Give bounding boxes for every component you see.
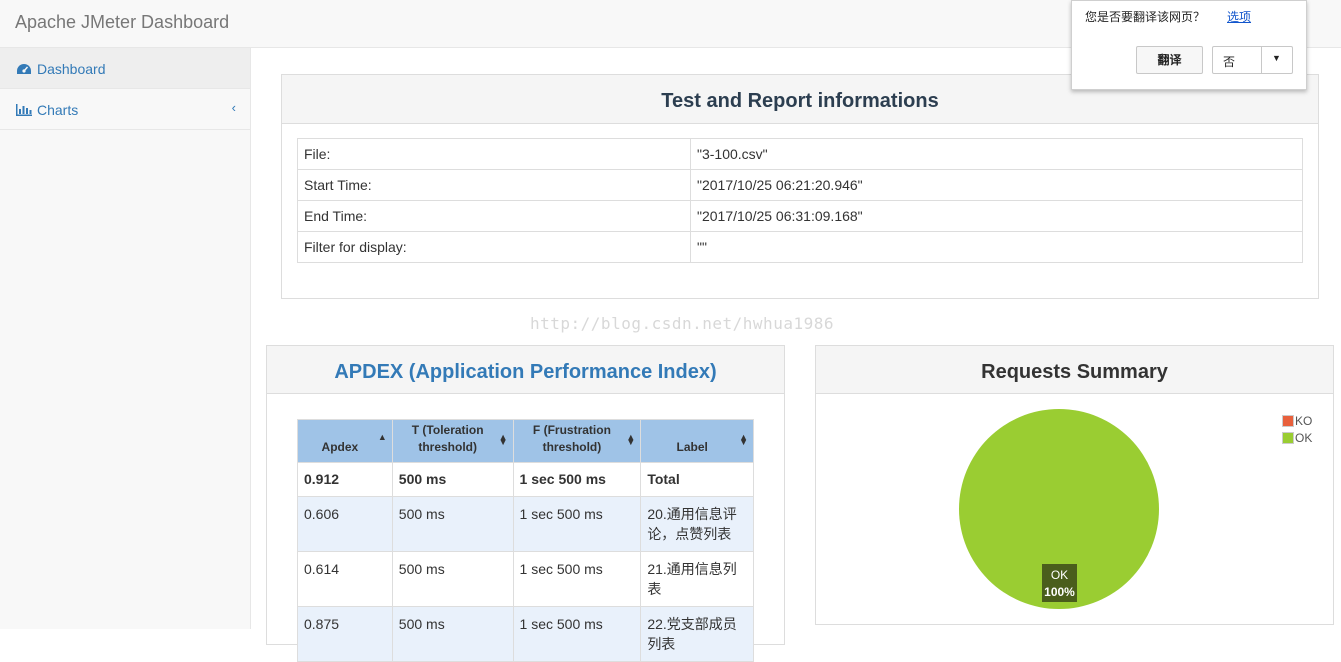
info-value: "" — [690, 231, 1303, 263]
info-key: File: — [297, 138, 691, 170]
info-value: "2017/10/25 06:31:09.168" — [690, 200, 1303, 232]
sidebar-item-dashboard[interactable]: Dashboard — [0, 48, 250, 89]
translate-options-link[interactable]: 选项 — [1227, 8, 1251, 25]
legend-item-ko[interactable]: KO — [1282, 414, 1312, 431]
button-divider — [1261, 47, 1262, 73]
table-header-row: Apdex ▲ T (Toleration threshold) ▲ ▼ F (Fru… — [297, 419, 754, 463]
bar-chart-icon — [16, 104, 32, 116]
info-table: File: "3-100.csv" Start Time: "2017/10/2… — [297, 138, 1303, 263]
app-brand[interactable]: Apache JMeter Dashboard — [15, 12, 229, 33]
panel-title: Requests Summary — [816, 346, 1333, 394]
info-value: "3-100.csv" — [690, 138, 1303, 170]
translate-button[interactable]: 翻译 — [1136, 46, 1203, 74]
info-key: Start Time: — [297, 169, 691, 201]
table-row-total: 0.912 500 ms 1 sec 500 ms Total — [297, 462, 754, 497]
table-row: 0.875 500 ms 1 sec 500 ms 22.党支部成员列表 — [297, 606, 754, 662]
watermark: http://blog.csdn.net/hwhua1986 — [530, 314, 834, 333]
info-key: End Time: — [297, 200, 691, 232]
chart-legend: KO OK — [1282, 414, 1312, 448]
legend-item-ok[interactable]: OK — [1282, 431, 1312, 448]
slice-percent: 100% — [1044, 585, 1075, 599]
no-translate-button[interactable]: 否 ▼ — [1212, 46, 1293, 74]
cell-apdex: 0.606 — [297, 496, 393, 552]
sidebar-item-charts[interactable]: Charts ‹ — [0, 89, 250, 130]
table-row: 0.606 500 ms 1 sec 500 ms 20.通用信息评论，点赞列表 — [297, 496, 754, 552]
column-header-label[interactable]: Label ▲ ▼ — [640, 419, 754, 463]
legend-swatch — [1282, 432, 1294, 444]
cell-frustration: 1 sec 500 ms — [512, 551, 642, 607]
test-report-info-panel: Test and Report informations File: "3-10… — [281, 74, 1319, 299]
cell-frustration: 1 sec 500 ms — [512, 606, 642, 662]
cell-apdex: 0.614 — [297, 551, 393, 607]
legend-label: OK — [1295, 431, 1313, 445]
panel-title: APDEX (Application Performance Index) — [267, 346, 784, 394]
table-row: 0.614 500 ms 1 sec 500 ms 21.通用信息列表 — [297, 551, 754, 607]
sidebar-item-label: Dashboard — [37, 61, 106, 77]
slice-label: OK — [1051, 568, 1068, 582]
cell-toleration: 500 ms — [391, 496, 514, 552]
cell-frustration: 1 sec 500 ms — [512, 496, 642, 552]
no-button-label: 否 — [1223, 55, 1236, 69]
cell-apdex: 0.875 — [297, 606, 393, 662]
sort-icon: ▲ ▼ — [498, 432, 508, 447]
cell-apdex: 0.912 — [297, 462, 393, 497]
apdex-table: Apdex ▲ T (Toleration threshold) ▲ ▼ F (Fru… — [297, 419, 754, 662]
info-key: Filter for display: — [297, 231, 691, 263]
cell-label: 21.通用信息列表 — [640, 551, 754, 607]
table-row: File: "3-100.csv" — [297, 138, 1303, 170]
sidebar: Dashboard Charts ‹ — [0, 48, 251, 629]
table-row: End Time: "2017/10/25 06:31:09.168" — [297, 200, 1303, 232]
table-row: Filter for display: "" — [297, 231, 1303, 263]
header-label: Apdex — [321, 440, 359, 454]
legend-label: KO — [1295, 414, 1313, 428]
dashboard-icon — [17, 64, 31, 74]
info-value: "2017/10/25 06:21:20.946" — [690, 169, 1303, 201]
apdex-panel: APDEX (Application Performance Index) Ap… — [266, 345, 785, 662]
cell-toleration: 500 ms — [391, 551, 514, 607]
cell-toleration: 500 ms — [391, 606, 514, 662]
header-label: Label — [676, 440, 708, 454]
caret-down-icon[interactable]: ▼ — [1272, 53, 1281, 63]
cell-toleration: 500 ms — [391, 462, 514, 497]
cell-label: 20.通用信息评论，点赞列表 — [640, 496, 754, 552]
cell-label: Total — [640, 462, 754, 497]
header-label: F (Frustration threshold) — [532, 423, 611, 454]
table-row: Start Time: "2017/10/25 06:21:20.946" — [297, 169, 1303, 201]
cell-label: 22.党支部成员列表 — [640, 606, 754, 662]
column-header-toleration[interactable]: T (Toleration threshold) ▲ ▼ — [391, 419, 514, 463]
sort-asc-icon: ▲ — [377, 432, 387, 442]
requests-summary-panel: Requests Summary OK 100% KO OK — [815, 345, 1334, 625]
sidebar-item-label: Charts — [37, 102, 79, 118]
translate-question: 您是否要翻译该网页？ — [1085, 10, 1206, 24]
column-header-apdex[interactable]: Apdex ▲ — [297, 419, 393, 463]
chevron-left-icon[interactable]: ‹ — [232, 100, 236, 115]
requests-pie-chart: OK 100% — [959, 409, 1159, 609]
cell-frustration: 1 sec 500 ms — [512, 462, 642, 497]
column-header-frustration[interactable]: F (Frustration threshold) ▲ ▼ — [512, 419, 642, 463]
translate-popup: 您是否要翻译该网页？ 选项 翻译 否 ▼ — [1071, 0, 1307, 90]
sort-icon: ▲ ▼ — [739, 432, 748, 447]
legend-swatch — [1282, 415, 1294, 427]
header-label: T (Toleration threshold) — [411, 423, 484, 454]
sort-icon: ▲ ▼ — [626, 432, 636, 447]
